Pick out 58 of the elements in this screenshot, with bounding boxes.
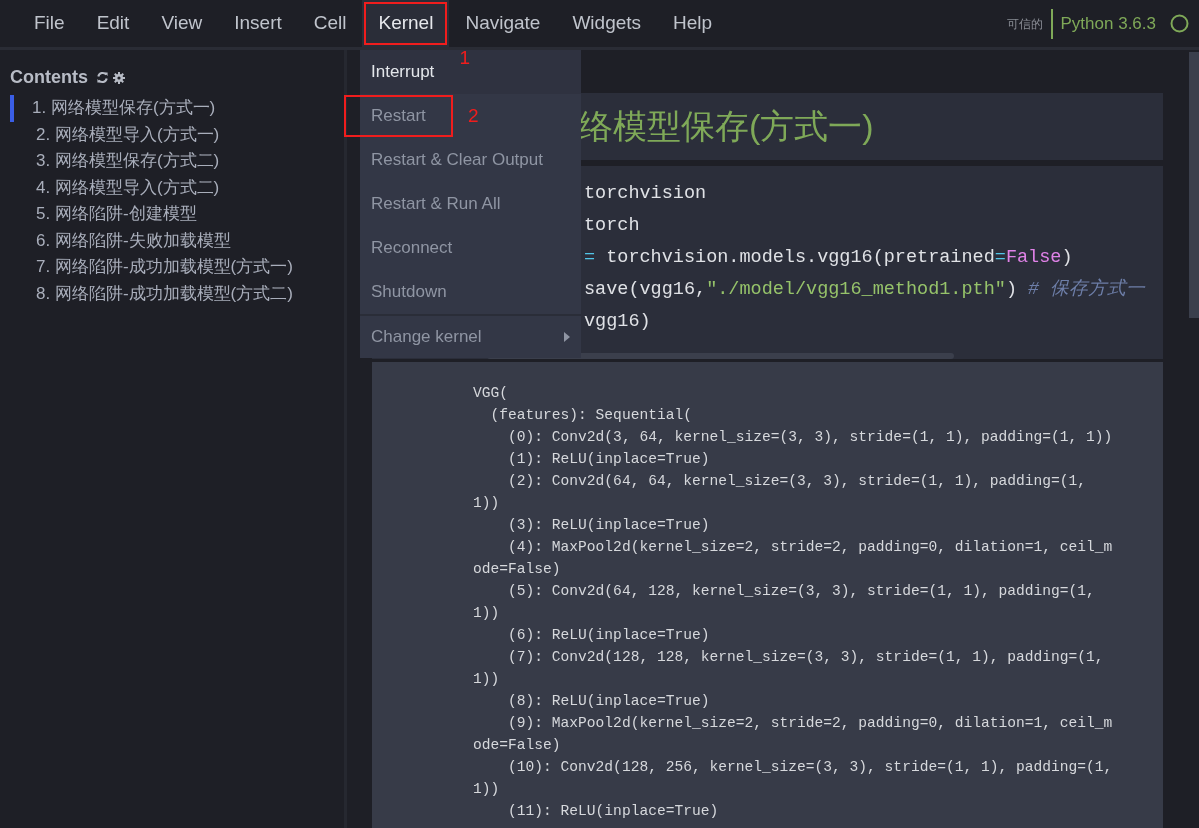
output-line: VGG( — [473, 384, 510, 403]
dropdown-item[interactable]: Reconnect — [360, 226, 581, 270]
code-line: save(vgg16,"./model/vgg16_method1.pth") # 保存方式一 — [584, 277, 1147, 302]
output-line: (2): Conv2d(64, 64, kernel_size=(3, 3), stride=(1, 1), padding=(1, — [507, 472, 1088, 491]
toc-item[interactable]: 2. 网络模型导入(方式一) — [10, 121, 344, 148]
menu-item[interactable]: File — [18, 0, 81, 47]
toc-title: Contents — [10, 66, 88, 89]
menu-item[interactable]: Help — [657, 0, 729, 47]
vertical-scrollbar[interactable] — [1189, 52, 1199, 318]
menu-item[interactable]: Widgets — [556, 0, 658, 47]
menu-item[interactable]: Cell — [297, 0, 363, 47]
menu-item[interactable]: Insert — [218, 0, 298, 47]
status-divider — [1050, 8, 1053, 39]
output-line: ode=False) — [473, 560, 562, 579]
toc-item[interactable]: 8. 网络陷阱-成功加载模型(方式二) — [10, 280, 344, 307]
output-line: (8): ReLU(inplace=True) — [507, 692, 711, 711]
output-line: (3): ReLU(inplace=True) — [507, 516, 711, 535]
output-line: (11): ReLU(inplace=True) — [507, 802, 720, 821]
kernel-name: Python 3.6.3 — [1060, 12, 1156, 35]
output-line: (6): ReLU(inplace=True) — [507, 626, 711, 645]
menu-item[interactable]: Kernel — [362, 0, 450, 47]
output-line: 1)) — [473, 670, 501, 689]
annotation-number: 1 — [459, 48, 470, 67]
toc-item[interactable]: 3. 网络模型保存(方式二) — [10, 148, 344, 175]
output-line: (0): Conv2d(3, 64, kernel_size=(3, 3), stride=(1, 1), padding=(1, 1)) — [507, 428, 1114, 447]
settings-icon[interactable] — [113, 71, 125, 84]
dropdown-item[interactable]: Change kernel — [360, 316, 581, 358]
dropdown-item[interactable]: Shutdown — [360, 270, 581, 314]
output-line: (features): Sequential( — [489, 406, 693, 425]
toc-item[interactable]: 4. 网络模型导入(方式二) — [10, 174, 344, 201]
heading-text: 络模型保存(方式一) — [579, 106, 874, 147]
toc-item[interactable]: 1. 网络模型保存(方式一) — [10, 95, 344, 122]
output-line: (5): Conv2d(64, 128, kernel_size=(3, 3), stride=(1, 1), padding=(1, — [507, 582, 1096, 601]
output-line: 1)) — [473, 604, 501, 623]
output-line: ode=False) — [473, 736, 562, 755]
annotation-number: 2 — [468, 106, 479, 125]
dropdown-item[interactable]: Restart & Clear Output — [360, 138, 581, 182]
output-line: (9): MaxPool2d(kernel_size=2, stride=2, padding=0, dilation=1, ceil_m — [507, 714, 1114, 733]
code-line: torch — [584, 214, 641, 238]
menu-item[interactable]: Navigate — [449, 0, 557, 47]
output-line: 1)) — [473, 780, 501, 799]
toc-item[interactable]: 6. 网络陷阱-失败加载模型 — [10, 227, 344, 254]
output-line: (7): Conv2d(128, 128, kernel_size=(3, 3), stride=(1, 1), padding=(1, — [507, 648, 1105, 667]
submenu-caret-icon — [564, 332, 570, 342]
code-line: = torchvision.models.vgg16(pretrained=False) — [584, 246, 1074, 270]
output-line: (1): ReLU(inplace=True) — [507, 450, 711, 469]
dropdown-item[interactable]: Restart & Run All — [360, 182, 581, 226]
code-line: vgg16) — [584, 310, 652, 334]
refresh-icon[interactable] — [96, 71, 109, 84]
toc-item[interactable]: 7. 网络陷阱-成功加载模型(方式一) — [10, 254, 344, 281]
code-line: torchvision — [584, 182, 708, 206]
output-line: (4): MaxPool2d(kernel_size=2, stride=2, padding=0, dilation=1, ceil_m — [507, 538, 1114, 557]
trust-label: 可信的 — [1006, 15, 1043, 33]
menu-item[interactable]: Edit — [80, 0, 146, 47]
toc-item[interactable]: 5. 网络陷阱-创建模型 — [10, 201, 344, 228]
menu-item[interactable]: View — [145, 0, 219, 47]
output-line: (10): Conv2d(128, 256, kernel_size=(3, 3), stride=(1, 1), padding=(1, — [507, 758, 1114, 777]
output-line: 1)) — [473, 494, 501, 513]
